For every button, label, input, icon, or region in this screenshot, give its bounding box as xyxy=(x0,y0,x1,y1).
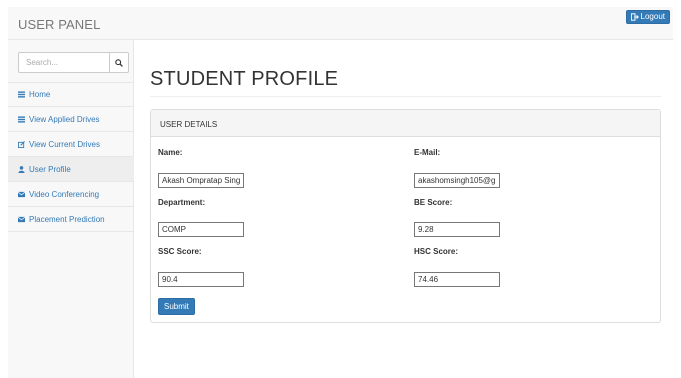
hsc-score-field[interactable] xyxy=(414,272,500,287)
sign-out-icon xyxy=(630,13,639,21)
name-label: Name: xyxy=(158,148,183,157)
brand-title: USER PANEL xyxy=(18,17,101,32)
top-navbar: USER PANEL Logout xyxy=(8,7,673,40)
envelope-icon xyxy=(18,216,25,222)
envelope-icon xyxy=(18,191,25,197)
page-title: STUDENT PROFILE xyxy=(150,68,339,90)
logout-button[interactable]: Logout xyxy=(625,10,670,24)
search-input[interactable] xyxy=(18,52,109,73)
title-divider xyxy=(150,96,661,97)
sidebar-item-placement-prediction[interactable]: Placement Prediction xyxy=(8,207,134,232)
sidebar-item-label: Home xyxy=(29,90,51,99)
list-icon xyxy=(18,91,25,98)
sidebar-item-view-current-drives[interactable]: View Current Drives xyxy=(8,132,134,157)
search-button[interactable] xyxy=(109,52,129,73)
sidebar-item-user-profile[interactable]: User Profile xyxy=(8,157,134,182)
be-score-label: BE Score: xyxy=(414,198,453,207)
search-group xyxy=(18,52,129,73)
user-details-panel: USER DETAILS Name: E-Mail: Department: B… xyxy=(150,109,661,323)
name-field[interactable] xyxy=(158,173,244,188)
sidebar-nav: Home View Applied Drives View Current Dr… xyxy=(8,82,134,232)
department-field[interactable] xyxy=(158,222,244,237)
user-icon xyxy=(18,165,25,173)
edit-icon xyxy=(18,140,25,148)
ssc-score-field[interactable] xyxy=(158,272,244,287)
sidebar-item-label: User Profile xyxy=(29,164,71,174)
sidebar: Home View Applied Drives View Current Dr… xyxy=(8,40,134,378)
be-score-field[interactable] xyxy=(414,222,500,237)
sidebar-item-view-applied-drives[interactable]: View Applied Drives xyxy=(8,107,134,132)
sidebar-item-label: View Applied Drives xyxy=(29,114,100,124)
sidebar-item-video-conferencing[interactable]: Video Conferencing xyxy=(8,182,134,207)
list-icon xyxy=(18,115,25,123)
email-field[interactable] xyxy=(414,173,500,188)
ssc-score-label: SSC Score: xyxy=(158,247,202,256)
sidebar-item-home[interactable]: Home xyxy=(8,82,134,107)
panel-heading: USER DETAILS xyxy=(151,110,660,137)
logout-label: Logout xyxy=(640,12,665,21)
search-icon xyxy=(115,58,123,67)
sidebar-item-label: Video Conferencing xyxy=(29,189,100,199)
hsc-score-label: HSC Score: xyxy=(414,247,459,256)
department-label: Department: xyxy=(158,198,206,207)
sidebar-item-label: Placement Prediction xyxy=(29,214,105,224)
sidebar-item-label: View Current Drives xyxy=(29,139,100,149)
email-label: E-Mail: xyxy=(414,148,441,157)
submit-button[interactable]: Submit xyxy=(158,298,195,315)
